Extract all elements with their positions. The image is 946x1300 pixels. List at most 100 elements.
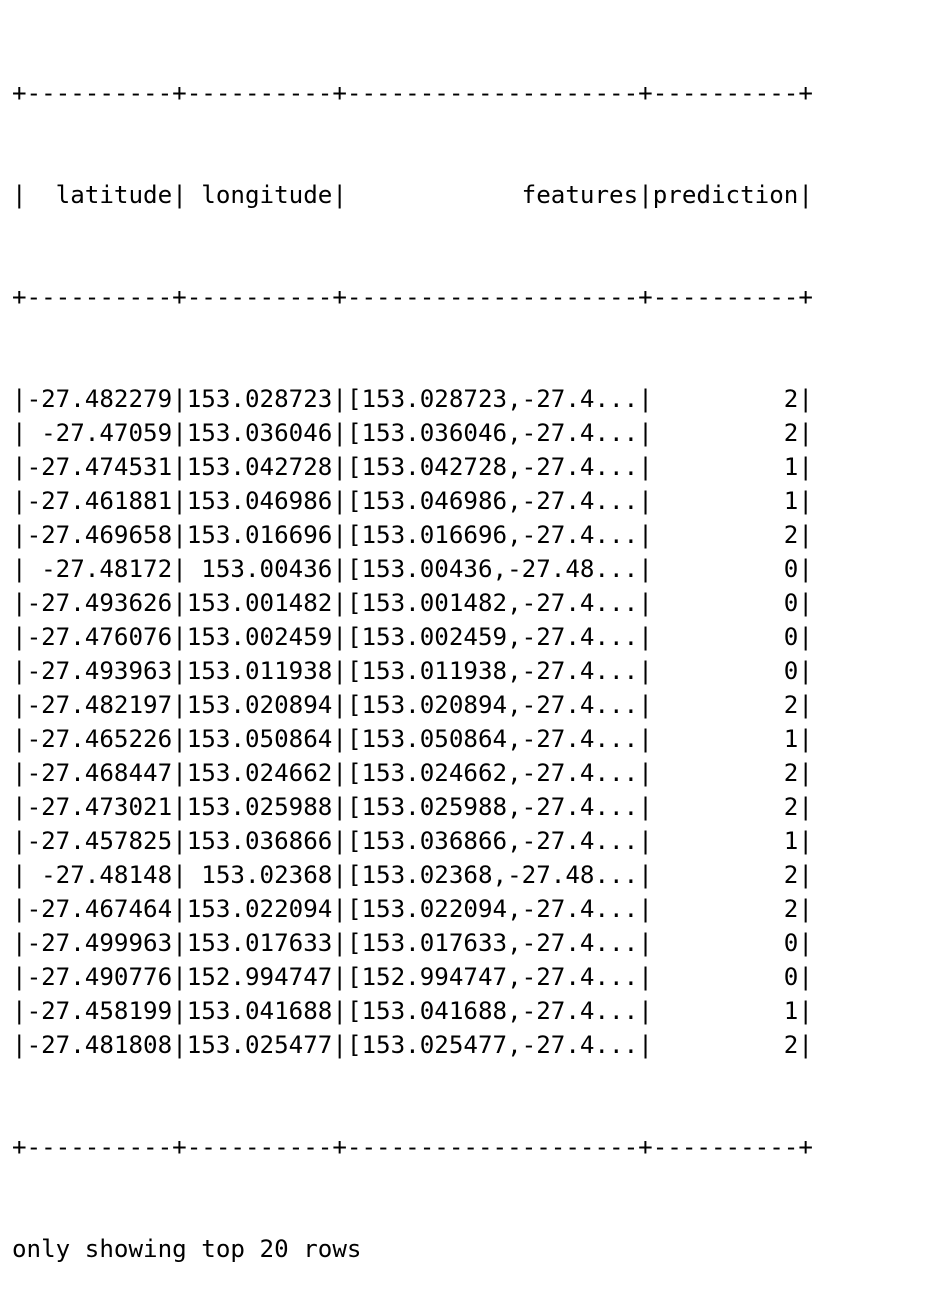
column-header-features: features [346, 181, 639, 209]
cell-features: [153.001482,-27.4... [346, 589, 639, 617]
cell-longitude: 153.041688 [186, 997, 333, 1025]
cell-features: [153.025477,-27.4... [346, 1031, 639, 1059]
cell-longitude: 153.016696 [186, 521, 333, 549]
table-row: |-27.467464|153.022094|[153.022094,-27.4… [12, 895, 813, 923]
cell-latitude: -27.493626 [26, 589, 173, 617]
cell-features: [153.017633,-27.4... [346, 929, 639, 957]
cell-latitude: -27.461881 [26, 487, 173, 515]
cell-prediction: 2 [652, 691, 799, 719]
table-row: |-27.468447|153.024662|[153.024662,-27.4… [12, 759, 813, 787]
cell-features: [153.041688,-27.4... [346, 997, 639, 1025]
table-row: |-27.465226|153.050864|[153.050864,-27.4… [12, 725, 813, 753]
table-row: | -27.47059|153.036046|[153.036046,-27.4… [12, 419, 813, 447]
cell-longitude: 153.001482 [186, 589, 333, 617]
cell-longitude: 153.020894 [186, 691, 333, 719]
table-row: |-27.469658|153.016696|[153.016696,-27.4… [12, 521, 813, 549]
cell-latitude: -27.457825 [26, 827, 173, 855]
cell-longitude: 153.024662 [186, 759, 333, 787]
table-border-top: +----------+----------+-----------------… [12, 79, 813, 107]
table-row: |-27.458199|153.041688|[153.041688,-27.4… [12, 997, 813, 1025]
cell-prediction: 1 [652, 725, 799, 753]
cell-prediction: 0 [652, 623, 799, 651]
cell-prediction: 2 [652, 419, 799, 447]
cell-longitude: 153.002459 [186, 623, 333, 651]
table-border-header: +----------+----------+-----------------… [12, 283, 813, 311]
cell-longitude: 153.025477 [186, 1031, 333, 1059]
column-header-prediction: prediction [652, 181, 799, 209]
table-body: |-27.482279|153.028723|[153.028723,-27.4… [12, 382, 813, 1062]
cell-prediction: 1 [652, 997, 799, 1025]
table-row: |-27.481808|153.025477|[153.025477,-27.4… [12, 1031, 813, 1059]
table-row: |-27.476076|153.002459|[153.002459,-27.4… [12, 623, 813, 651]
cell-prediction: 0 [652, 963, 799, 991]
cell-latitude: -27.48148 [26, 861, 173, 889]
cell-features: [153.002459,-27.4... [346, 623, 639, 651]
cell-longitude: 153.036046 [186, 419, 333, 447]
cell-latitude: -27.482197 [26, 691, 173, 719]
column-header-longitude: longitude [186, 181, 333, 209]
cell-prediction: 2 [652, 521, 799, 549]
cell-features: [153.016696,-27.4... [346, 521, 639, 549]
cell-prediction: 2 [652, 895, 799, 923]
cell-latitude: -27.47059 [26, 419, 173, 447]
cell-features: [153.020894,-27.4... [346, 691, 639, 719]
table-header-row: | latitude| longitude| features|predicti… [12, 181, 813, 209]
cell-prediction: 0 [652, 657, 799, 685]
cell-longitude: 153.025988 [186, 793, 333, 821]
cell-longitude: 153.046986 [186, 487, 333, 515]
cell-features: [153.050864,-27.4... [346, 725, 639, 753]
cell-longitude: 153.00436 [186, 555, 333, 583]
cell-features: [153.024662,-27.4... [346, 759, 639, 787]
cell-prediction: 0 [652, 589, 799, 617]
cell-prediction: 0 [652, 555, 799, 583]
table-row: |-27.499963|153.017633|[153.017633,-27.4… [12, 929, 813, 957]
cell-latitude: -27.458199 [26, 997, 173, 1025]
table-row: |-27.474531|153.042728|[153.042728,-27.4… [12, 453, 813, 481]
cell-latitude: -27.482279 [26, 385, 173, 413]
cell-longitude: 153.042728 [186, 453, 333, 481]
table-row: |-27.493626|153.001482|[153.001482,-27.4… [12, 589, 813, 617]
cell-longitude: 153.011938 [186, 657, 333, 685]
cell-latitude: -27.490776 [26, 963, 173, 991]
row-count-footer: only showing top 20 rows [12, 1235, 362, 1263]
cell-features: [153.046986,-27.4... [346, 487, 639, 515]
table-row: | -27.48172| 153.00436|[153.00436,-27.48… [12, 555, 813, 583]
cell-latitude: -27.473021 [26, 793, 173, 821]
cell-latitude: -27.469658 [26, 521, 173, 549]
column-header-latitude: latitude [26, 181, 173, 209]
table-row: |-27.493963|153.011938|[153.011938,-27.4… [12, 657, 813, 685]
cell-longitude: 153.036866 [186, 827, 333, 855]
cell-prediction: 2 [652, 1031, 799, 1059]
table-row: | -27.48148| 153.02368|[153.02368,-27.48… [12, 861, 813, 889]
cell-features: [152.994747,-27.4... [346, 963, 639, 991]
cell-latitude: -27.468447 [26, 759, 173, 787]
table-row: |-27.482197|153.020894|[153.020894,-27.4… [12, 691, 813, 719]
cell-prediction: 2 [652, 861, 799, 889]
cell-prediction: 1 [652, 453, 799, 481]
cell-prediction: 0 [652, 929, 799, 957]
cell-latitude: -27.476076 [26, 623, 173, 651]
cell-latitude: -27.493963 [26, 657, 173, 685]
cell-prediction: 2 [652, 793, 799, 821]
table-row: |-27.482279|153.028723|[153.028723,-27.4… [12, 385, 813, 413]
cell-longitude: 153.02368 [186, 861, 333, 889]
cell-longitude: 153.017633 [186, 929, 333, 957]
cell-features: [153.02368,-27.48... [346, 861, 639, 889]
cell-features: [153.036046,-27.4... [346, 419, 639, 447]
cell-latitude: -27.481808 [26, 1031, 173, 1059]
cell-prediction: 2 [652, 759, 799, 787]
cell-latitude: -27.465226 [26, 725, 173, 753]
cell-prediction: 1 [652, 487, 799, 515]
cell-features: [153.011938,-27.4... [346, 657, 639, 685]
cell-latitude: -27.474531 [26, 453, 173, 481]
cell-longitude: 153.022094 [186, 895, 333, 923]
table-border-bottom: +----------+----------+-----------------… [12, 1133, 813, 1161]
cell-features: [153.00436,-27.48... [346, 555, 639, 583]
cell-latitude: -27.499963 [26, 929, 173, 957]
cell-latitude: -27.48172 [26, 555, 173, 583]
cell-features: [153.028723,-27.4... [346, 385, 639, 413]
cell-latitude: -27.467464 [26, 895, 173, 923]
table-row: |-27.490776|152.994747|[152.994747,-27.4… [12, 963, 813, 991]
table-row: |-27.473021|153.025988|[153.025988,-27.4… [12, 793, 813, 821]
cell-features: [153.025988,-27.4... [346, 793, 639, 821]
